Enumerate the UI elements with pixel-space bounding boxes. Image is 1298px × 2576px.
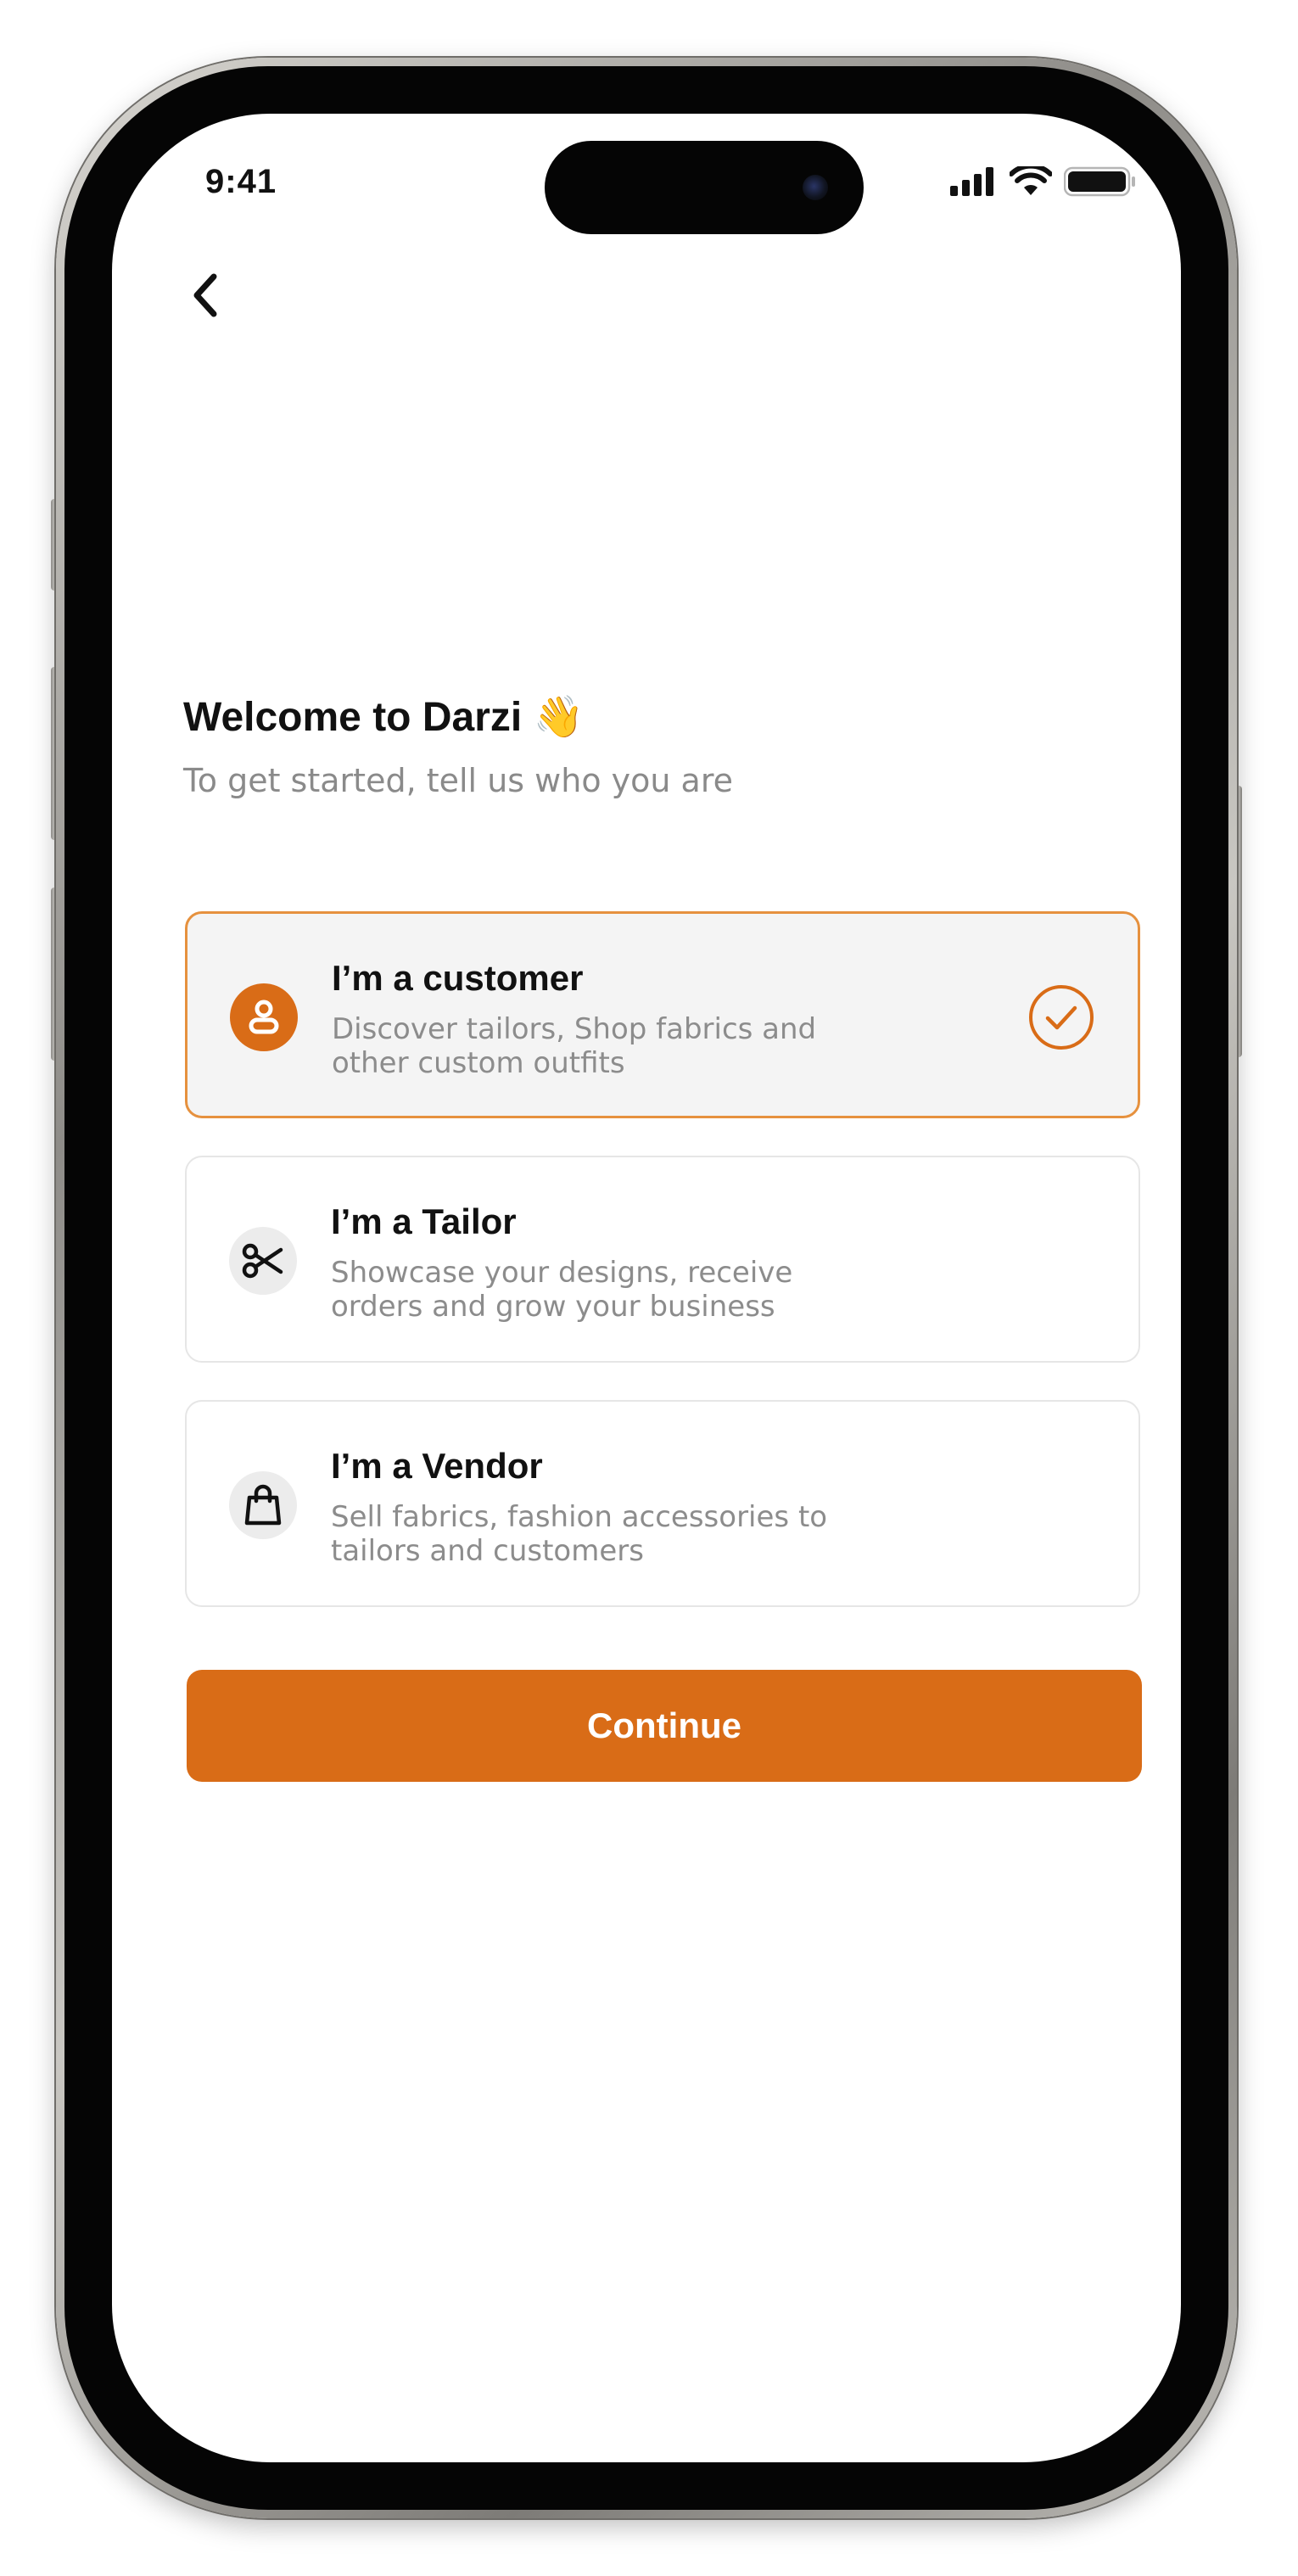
dynamic-island [545,141,864,234]
role-card-customer[interactable]: I’m a customer Discover tailors, Shop fa… [185,911,1140,1118]
page-title: Welcome to Darzi 👋 [183,695,585,740]
role-card-tailor[interactable]: I’m a Tailor Showcase your designs, rece… [185,1156,1140,1363]
app-screen: 9:41 Welcome to Darzi 👋 To get started, … [112,114,1181,2462]
continue-button[interactable]: Continue [187,1670,1142,1782]
role-title: I’m a Tailor [331,1201,517,1241]
role-title: I’m a customer [332,958,584,998]
status-time: 9:41 [205,163,277,200]
shopping-bag-icon [229,1471,297,1539]
phone-bezel: 9:41 Welcome to Darzi 👋 To get started, … [64,66,1228,2510]
scissors-icon [229,1227,297,1295]
camera-icon [803,175,828,200]
chevron-left-icon [188,270,222,325]
role-description: Showcase your designs, receive orders an… [331,1256,793,1324]
cellular-signal-icon [950,166,998,200]
customer-icon [230,983,298,1051]
back-button[interactable] [180,272,231,322]
wifi-icon [1009,163,1053,201]
check-circle-icon [1027,983,1095,1051]
page-subtitle: To get started, tell us who you are [183,762,734,799]
role-card-vendor[interactable]: I’m a Vendor Sell fabrics, fashion acces… [185,1400,1140,1607]
role-description: Discover tailors, Shop fabrics and other… [332,1012,817,1080]
status-icons [950,163,1137,201]
phone-frame: 9:41 Welcome to Darzi 👋 To get started, … [56,58,1237,2518]
role-description: Sell fabrics, fashion accessories to tai… [331,1500,828,1568]
page: 9:41 Welcome to Darzi 👋 To get started, … [0,0,1298,2576]
role-title: I’m a Vendor [331,1446,543,1486]
battery-icon [1063,166,1137,201]
